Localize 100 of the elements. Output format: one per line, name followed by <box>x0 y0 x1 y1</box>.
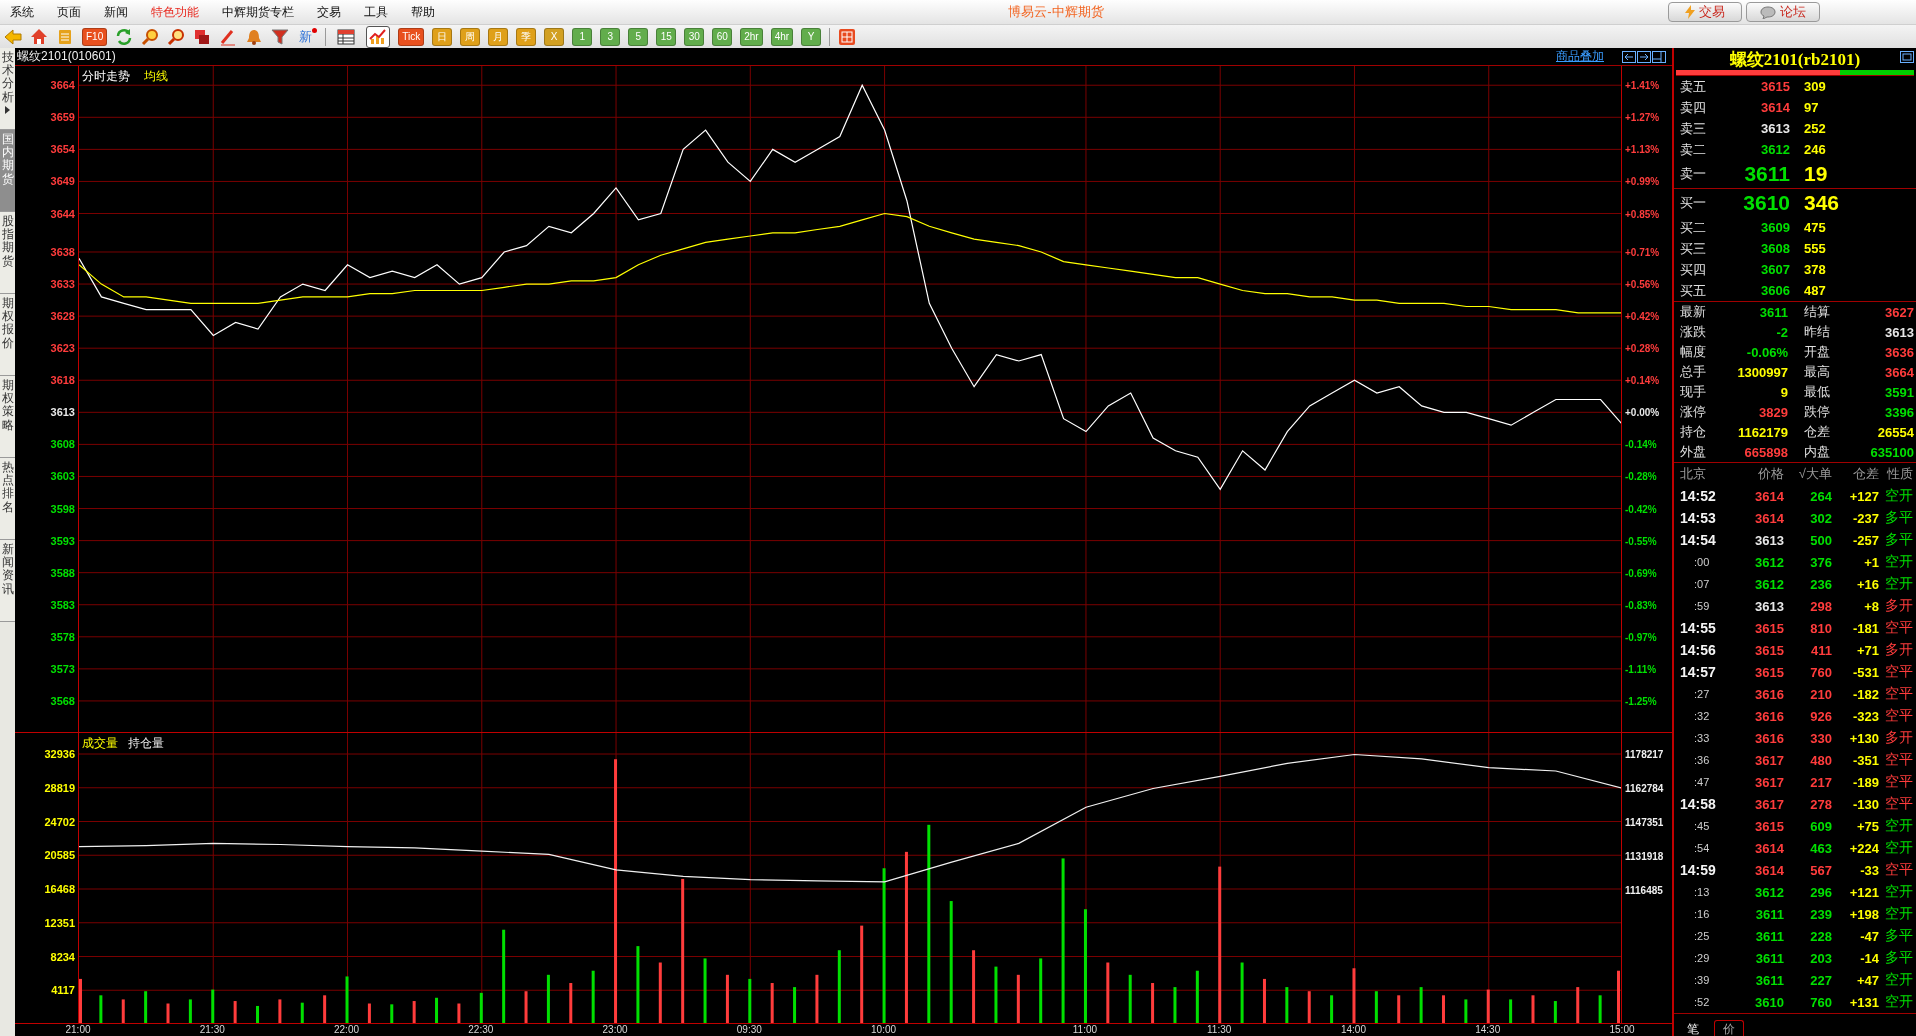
bell-icon[interactable] <box>245 27 264 46</box>
volume-bar <box>1374 991 1378 1023</box>
trade-button[interactable]: 交易 <box>1668 2 1742 22</box>
maximize-icon[interactable] <box>1900 51 1914 63</box>
trade-position-change: -189 <box>1851 774 1879 790</box>
volume-bar <box>256 1005 259 1023</box>
home-icon[interactable] <box>30 27 48 46</box>
trade-volume: 760 <box>1809 664 1832 680</box>
order-price: 3613 <box>1760 121 1790 136</box>
trade-volume: 411 <box>1810 642 1832 658</box>
axis-label: 1162784 <box>1625 782 1664 794</box>
period-button[interactable]: 2hr <box>740 27 763 46</box>
period-button[interactable]: 月 <box>488 27 509 46</box>
order-price: 3608 <box>1760 241 1790 256</box>
pencil-icon[interactable] <box>219 27 238 46</box>
period-button[interactable]: 周 <box>460 27 481 46</box>
windows-icon[interactable] <box>193 27 212 46</box>
order-price: 3614 <box>1760 100 1790 115</box>
news-button[interactable]: 新 <box>297 26 318 47</box>
volume-bar <box>1173 987 1177 1023</box>
menu-item[interactable]: 交易 <box>307 3 354 21</box>
volume-bar <box>1151 983 1155 1023</box>
period-button[interactable]: X <box>544 27 565 46</box>
order-price: 3609 <box>1760 220 1790 235</box>
side-tab[interactable]: 技术分析 <box>0 48 15 130</box>
refresh-icon[interactable] <box>115 27 134 46</box>
menu-item[interactable]: 页面 <box>47 3 94 21</box>
side-tab[interactable]: 国内期货 <box>0 130 15 212</box>
layout-icon[interactable] <box>1652 50 1666 63</box>
period-button[interactable]: 15 <box>656 27 677 46</box>
trade-time: 14:58 <box>1680 796 1717 812</box>
trade-time: 14:54 <box>1680 532 1717 548</box>
volume-bar <box>1464 999 1468 1023</box>
menu-item[interactable]: 特色功能 <box>141 3 212 21</box>
axis-label: 3578 <box>50 630 75 643</box>
axis-label: 3573 <box>50 662 75 675</box>
filter-icon[interactable] <box>271 27 290 46</box>
axis-label: +0.00% <box>1625 406 1660 418</box>
period-button[interactable]: 季 <box>516 27 537 46</box>
trade-price: 3614 <box>1754 510 1784 526</box>
axis-label: +0.99% <box>1625 175 1660 187</box>
order-volume: 475 <box>1804 220 1827 235</box>
overlay-link[interactable]: 商品叠加 <box>1556 48 1604 65</box>
stat-value: 1162179 <box>1737 424 1788 440</box>
zoom-in-icon[interactable] <box>141 27 160 46</box>
trade-price: 3612 <box>1754 576 1784 592</box>
left-arrow-icon[interactable] <box>1622 50 1636 63</box>
period-button[interactable]: 1 <box>572 27 593 46</box>
order-label: 买四 <box>1680 260 1707 279</box>
trade-price: 3617 <box>1754 774 1784 790</box>
order-price: 3611 <box>1743 162 1790 186</box>
trade-time: 14:55 <box>1680 620 1717 636</box>
period-button[interactable]: Y <box>801 27 822 46</box>
side-tab[interactable]: 期权报价 <box>0 294 15 376</box>
side-tab[interactable]: 期权策略 <box>0 376 15 458</box>
forum-button[interactable]: 论坛 <box>1746 2 1820 22</box>
axis-label: 3583 <box>50 598 75 611</box>
volume-bar <box>1039 958 1043 1023</box>
period-button[interactable]: Tick <box>398 27 425 46</box>
menu-item[interactable]: 工具 <box>354 3 401 21</box>
stat-label: 结算 <box>1804 303 1831 321</box>
menu-item[interactable]: 新闻 <box>94 3 141 21</box>
trade-time: 14:53 <box>1680 510 1717 526</box>
trade-volume: 302 <box>1809 510 1832 526</box>
back-arrow-icon[interactable] <box>4 27 22 46</box>
menu-item[interactable]: 帮助 <box>401 3 448 21</box>
chart-view-button[interactable] <box>366 25 391 48</box>
trade-price: 3611 <box>1754 972 1784 988</box>
period-button[interactable]: 日 <box>432 27 453 46</box>
trade-price: 3610 <box>1754 994 1784 1010</box>
trade-volume: 210 <box>1809 686 1832 702</box>
side-tab[interactable]: 热点排名 <box>0 458 15 540</box>
period-button[interactable]: 4hr <box>770 27 794 46</box>
menu-item[interactable]: 中辉期货专栏 <box>212 3 307 21</box>
period-button[interactable]: 5 <box>628 27 649 46</box>
order-volume: 309 <box>1804 79 1827 94</box>
zoom-out-icon[interactable] <box>167 27 186 46</box>
time-label: 14:00 <box>1340 1024 1366 1035</box>
trade-volume: 264 <box>1809 488 1832 504</box>
menu-item[interactable]: 系统 <box>0 3 47 21</box>
legend-label: 成交量 <box>82 735 118 752</box>
axis-label: 3568 <box>50 694 75 707</box>
axis-label: 20585 <box>44 849 75 862</box>
trade-position-change: -531 <box>1851 664 1879 680</box>
period-button[interactable]: 30 <box>684 27 705 46</box>
trade-price: 3613 <box>1754 598 1784 614</box>
side-tab[interactable]: 股指期货 <box>0 212 15 294</box>
period-button[interactable]: 3 <box>600 27 621 46</box>
list-tab[interactable]: 价 <box>1714 1020 1744 1036</box>
grid-icon[interactable] <box>838 27 857 46</box>
axis-label: 3638 <box>50 246 75 258</box>
trade-time: 14:56 <box>1680 642 1717 658</box>
side-tab[interactable]: 新闻资讯 <box>0 540 15 622</box>
legend-label: 均线 <box>144 68 168 85</box>
period-button[interactable]: 60 <box>712 27 733 46</box>
volume-bar <box>994 966 998 1023</box>
f10-button[interactable]: F10 <box>82 27 108 46</box>
axis-label: +0.28% <box>1625 342 1660 354</box>
right-arrow-icon[interactable] <box>1637 50 1651 63</box>
time-label: 09:30 <box>736 1024 762 1035</box>
